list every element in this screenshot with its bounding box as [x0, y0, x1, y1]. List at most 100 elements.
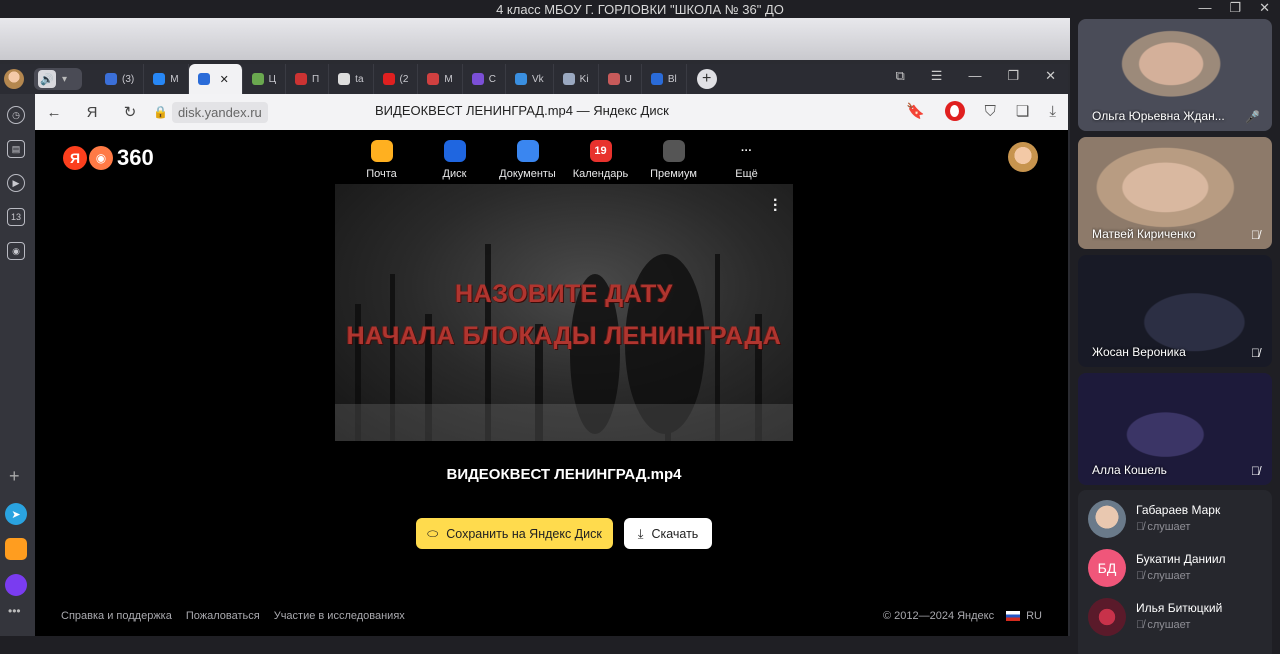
protect-shield-icon[interactable]: ⛉: [985, 103, 996, 120]
footer-link-report[interactable]: Пожаловаться: [186, 610, 260, 622]
tab-collections-icon[interactable]: ⧉: [895, 68, 904, 84]
url-field[interactable]: disk.yandex.ru: [171, 101, 268, 123]
video-play-icon[interactable]: ▶: [7, 174, 25, 192]
browser-tab[interactable]: U: [599, 64, 642, 94]
footer-links: Справка и поддержка Пожаловаться Участие…: [61, 610, 405, 622]
orb-icon: [471, 73, 484, 85]
service-label: Ещё: [735, 168, 758, 180]
mail-icon: [105, 73, 117, 85]
chevron-down-icon: ▾: [62, 73, 68, 85]
restore-icon[interactable]: ❐: [1229, 0, 1241, 16]
video-tile[interactable]: Жосан Вероника 🎙̸: [1078, 255, 1272, 367]
more-icon[interactable]: •••: [8, 604, 21, 618]
minimize-icon[interactable]: —: [1198, 0, 1211, 16]
tab-audio-control[interactable]: 🔊 ▾: [34, 68, 82, 90]
add-icon[interactable]: +: [9, 466, 20, 487]
user-avatar[interactable]: [1008, 142, 1038, 172]
avatar: [1088, 500, 1126, 538]
adblock-icon[interactable]: [944, 101, 965, 121]
participant-name: Габараев Марк: [1136, 503, 1221, 517]
browser-tab[interactable]: Vk: [506, 64, 554, 94]
more-dots-icon: ···: [735, 140, 758, 162]
browser-tab[interactable]: Bl: [642, 64, 687, 94]
participant-status: 🎙̸ слушает: [1136, 521, 1191, 533]
video-tile[interactable]: Алла Кошель 🎙̸: [1078, 373, 1272, 485]
back-arrow-icon[interactable]: ←: [35, 104, 73, 121]
video-tile[interactable]: Ольга Юрьевна Ждан... 🎤: [1078, 19, 1272, 131]
browser-tab[interactable]: M: [144, 64, 189, 94]
service-documents[interactable]: Документы: [491, 140, 564, 180]
mail-icon[interactable]: [5, 538, 27, 560]
download-button[interactable]: ⤓ Скачать: [624, 518, 712, 549]
reload-icon[interactable]: ↻: [111, 103, 149, 121]
bookmark-icon[interactable]: 🔖: [906, 102, 925, 120]
download-icon: ⤓: [637, 525, 644, 541]
footer-link-help[interactable]: Справка и поддержка: [61, 610, 172, 622]
yandex-icon[interactable]: Я: [73, 104, 111, 121]
logo-360-icon: ◉: [89, 146, 113, 170]
service-label: Календарь: [572, 168, 629, 180]
browser-tab[interactable]: П: [286, 64, 330, 94]
list-item[interactable]: Габараев Марк 🎙̸ слушает: [1088, 500, 1268, 540]
close-icon[interactable]: ✕: [1259, 0, 1270, 16]
camera-icon[interactable]: ◉: [7, 242, 25, 260]
browser-tab[interactable]: (2: [374, 64, 419, 94]
yandex-disk-icon: [197, 73, 210, 85]
address-bar: ← Я ↻ 🔒 disk.yandex.ru ВИДЕОКВЕСТ ЛЕНИНГ…: [35, 94, 1068, 130]
browser-tab[interactable]: ✕: [188, 64, 243, 94]
image-icon: [607, 73, 620, 85]
telegram-icon[interactable]: ➤: [5, 503, 27, 525]
shield-icon: [515, 73, 527, 85]
screen: 4 класс МБОУ Г. ГОРЛОВКИ "ШКОЛА № 36" ДО…: [0, 0, 1280, 654]
collections-icon[interactable]: ▤: [7, 140, 25, 158]
participant-name: Ольга Юрьевна Ждан...: [1092, 109, 1225, 123]
history-clock-icon[interactable]: ◷: [7, 106, 25, 124]
flag-icon: [294, 73, 307, 85]
service-calendar[interactable]: 19 Календарь: [564, 140, 637, 180]
browser-tab[interactable]: M: [418, 64, 463, 94]
video-player[interactable]: НАЗОВИТЕ ДАТУ НАЧАЛА БЛОКАДЫ ЛЕНИНГРАДА …: [335, 184, 793, 441]
mail-envelope-icon: [370, 140, 393, 162]
browser-tab[interactable]: Ki: [554, 64, 599, 94]
youtube-icon: [382, 73, 395, 85]
browser-tab[interactable]: Ц: [243, 64, 286, 94]
profile-avatar[interactable]: [4, 69, 24, 89]
tab-strip: 🔊 ▾ (3) M ✕ Ц Пta (2 M C Vk Ki U Bl + ⧉ ☰ — ❐ ✕: [0, 64, 1068, 94]
save-to-disk-button[interactable]: ⬭ Сохранить на Яндекс Диск: [416, 518, 613, 549]
footer-link-research[interactable]: Участие в исследованиях: [274, 610, 405, 622]
list-item[interactable]: БД Букатин Даниил 🎙̸ слушает: [1088, 549, 1268, 589]
video-caption-line1: НАЗОВИТЕ ДАТУ: [455, 280, 673, 308]
video-tile[interactable]: Матвей Кириченко 🎙̸: [1078, 137, 1272, 249]
yandex-360-logo[interactable]: Я ◉ 360: [63, 145, 154, 171]
documents-icon: [516, 140, 539, 162]
file-name: ВИДЕОКВЕСТ ЛЕНИНГРАД.mp4: [446, 466, 682, 483]
service-mail-envelope[interactable]: Почта: [345, 140, 418, 180]
calendar-13-icon[interactable]: 13: [7, 208, 25, 226]
reader-icon[interactable]: ❏: [1016, 102, 1029, 120]
browser-tab[interactable]: ta: [329, 64, 374, 94]
save-button-label: Сохранить на Яндекс Диск: [446, 526, 602, 541]
restore-icon[interactable]: ❐: [1007, 68, 1019, 84]
service-more-dots[interactable]: ··· Ещё: [710, 140, 783, 180]
close-tab-icon[interactable]: ✕: [220, 73, 229, 86]
tab-label: M: [170, 73, 179, 85]
video-menu-icon[interactable]: · · ·: [773, 193, 778, 219]
window-controls: — ❐ ✕: [1198, 0, 1270, 16]
menu-icon[interactable]: ☰: [931, 68, 943, 84]
avatar: [1088, 598, 1126, 636]
download-icon[interactable]: ⤓: [1049, 103, 1056, 120]
service-label: Премиум: [650, 168, 697, 180]
browser-tab[interactable]: C: [463, 64, 506, 94]
new-tab-button[interactable]: +: [696, 69, 717, 89]
service-premium[interactable]: Премиум: [637, 140, 710, 180]
services-nav: Почта Диск Документы 19 Календарь Премиум ··· Е…: [345, 140, 783, 180]
service-disk-cloud[interactable]: Диск: [418, 140, 491, 180]
close-icon[interactable]: ✕: [1045, 68, 1056, 84]
disk-save-icon: ⬭: [427, 525, 439, 541]
minimize-icon[interactable]: —: [968, 68, 981, 84]
alice-icon[interactable]: [5, 574, 27, 596]
tab-label: Ki: [579, 73, 589, 85]
list-item[interactable]: Илья Битюцкий 🎙̸ слушает: [1088, 598, 1268, 638]
browser-tab[interactable]: (3): [96, 64, 145, 94]
language-switch[interactable]: RU: [1026, 610, 1042, 622]
